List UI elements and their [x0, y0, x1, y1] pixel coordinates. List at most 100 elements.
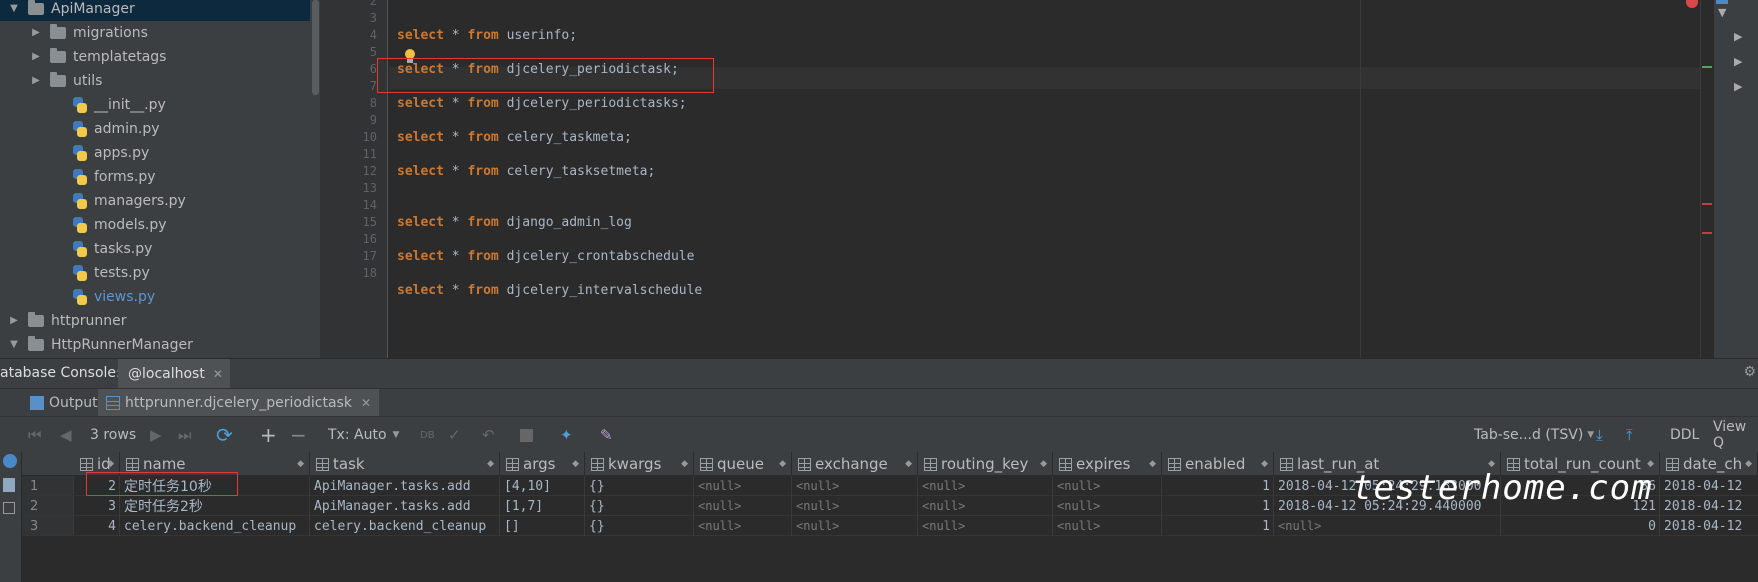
- cell-expires[interactable]: <null>: [1053, 476, 1162, 496]
- tree-item[interactable]: forms.py: [0, 165, 310, 189]
- tree-item[interactable]: __init__.py: [0, 93, 310, 117]
- cell-task[interactable]: ApiManager.tasks.add: [310, 476, 500, 496]
- cell-total-run-count[interactable]: 0: [1501, 516, 1660, 536]
- row-number[interactable]: 1: [22, 476, 74, 496]
- cell-enabled[interactable]: 1: [1162, 476, 1274, 496]
- cell-exchange[interactable]: <null>: [792, 516, 918, 536]
- code-line[interactable]: select * from djcelery_periodictask;: [397, 62, 679, 77]
- previous-page-icon[interactable]: ◀: [60, 417, 72, 453]
- cell-routing-key[interactable]: <null>: [918, 496, 1053, 516]
- sort-icon[interactable]: ◆: [107, 459, 114, 469]
- tree-item[interactable]: views.py: [0, 285, 310, 309]
- view-query-button[interactable]: View Q: [1713, 417, 1758, 453]
- chevron-right-icon[interactable]: ▶: [30, 51, 42, 63]
- db-commit-icon[interactable]: DB: [420, 417, 435, 453]
- tree-item[interactable]: apps.py: [0, 141, 310, 165]
- tree-item[interactable]: managers.py: [0, 189, 310, 213]
- column-header-date-ch[interactable]: date_ch ◆: [1660, 452, 1758, 476]
- column-header-enabled[interactable]: enabled ◆: [1162, 452, 1274, 476]
- collapse-arrow-icon[interactable]: ▼: [1718, 6, 1726, 19]
- expand-arrow-icon[interactable]: ▶: [1734, 80, 1742, 93]
- code-line[interactable]: select * from userinfo;: [397, 28, 577, 43]
- tree-item[interactable]: models.py: [0, 213, 310, 237]
- sort-icon[interactable]: ◆: [905, 459, 912, 469]
- cell-routing-key[interactable]: <null>: [918, 516, 1053, 536]
- sort-icon[interactable]: ◆: [487, 459, 494, 469]
- last-page-icon[interactable]: ⏭: [178, 417, 192, 453]
- sort-icon[interactable]: ◆: [1040, 459, 1047, 469]
- expand-arrow-icon[interactable]: ▶: [1734, 55, 1742, 68]
- remove-row-icon[interactable]: −: [290, 417, 307, 453]
- cell-kwargs[interactable]: {}: [585, 476, 694, 496]
- cell-routing-key[interactable]: <null>: [918, 476, 1053, 496]
- chevron-right-icon[interactable]: ▶: [30, 75, 42, 87]
- row-number[interactable]: 3: [22, 516, 74, 536]
- cell-last-run-at[interactable]: <null>: [1274, 516, 1501, 536]
- column-header-exchange[interactable]: exchange ◆: [792, 452, 918, 476]
- close-icon[interactable]: ✕: [361, 396, 371, 410]
- tree-item[interactable]: ▶ templatetags: [0, 45, 310, 69]
- stripe-marker[interactable]: [1702, 232, 1712, 234]
- compare-icon[interactable]: ✦: [560, 417, 573, 453]
- cell-args[interactable]: [1,7]: [500, 496, 585, 516]
- tree-item[interactable]: ▶ migrations: [0, 21, 310, 45]
- column-header-expires[interactable]: expires ◆: [1053, 452, 1162, 476]
- tree-item[interactable]: tasks.py: [0, 237, 310, 261]
- sql-editor[interactable]: [389, 0, 1711, 358]
- stripe-marker[interactable]: [1702, 203, 1712, 205]
- document-icon[interactable]: [3, 478, 15, 492]
- tree-item[interactable]: tests.py: [0, 261, 310, 285]
- pin-icon[interactable]: [3, 502, 15, 514]
- expand-arrow-icon[interactable]: ▶: [1734, 30, 1742, 43]
- cell-date-ch[interactable]: 2018-04-12: [1660, 496, 1758, 516]
- code-line[interactable]: select * from celery_taskmeta;: [397, 130, 632, 145]
- column-header-args[interactable]: args ◆: [500, 452, 585, 476]
- tree-item[interactable]: admin.py: [0, 117, 310, 141]
- cell-enabled[interactable]: 1: [1162, 496, 1274, 516]
- stop-icon[interactable]: [520, 417, 533, 453]
- first-page-icon[interactable]: ⏮: [28, 417, 42, 453]
- cell-id[interactable]: 3: [74, 496, 120, 516]
- sort-icon[interactable]: ◆: [1149, 459, 1156, 469]
- cell-exchange[interactable]: <null>: [792, 496, 918, 516]
- chevron-right-icon[interactable]: ▶: [30, 27, 42, 39]
- cell-task[interactable]: ApiManager.tasks.add: [310, 496, 500, 516]
- chevron-right-icon[interactable]: ▶: [8, 315, 20, 327]
- cell-id[interactable]: 4: [74, 516, 120, 536]
- cell-date-ch[interactable]: 2018-04-12: [1660, 476, 1758, 496]
- next-page-icon[interactable]: ▶: [150, 417, 162, 453]
- close-icon[interactable]: ✕: [213, 367, 223, 381]
- tab-periodictask[interactable]: httprunner.djcelery_periodictask ✕: [98, 389, 379, 417]
- row-number[interactable]: 2: [22, 496, 74, 516]
- cell-kwargs[interactable]: {}: [585, 496, 694, 516]
- sort-icon[interactable]: ◆: [572, 459, 579, 469]
- sort-icon[interactable]: ◆: [1261, 459, 1268, 469]
- cell-enabled[interactable]: 1: [1162, 516, 1274, 536]
- tab-output[interactable]: Output: [24, 389, 104, 417]
- cell-name[interactable]: celery.backend_cleanup: [120, 516, 310, 536]
- download-icon[interactable]: ⤓: [1596, 417, 1603, 453]
- sort-icon[interactable]: ◆: [681, 459, 688, 469]
- sort-icon[interactable]: ◆: [779, 459, 786, 469]
- chevron-down-icon[interactable]: ▼: [8, 3, 20, 15]
- cell-queue[interactable]: <null>: [694, 516, 792, 536]
- code-line[interactable]: select * from celery_tasksetmeta;: [397, 164, 655, 179]
- cell-expires[interactable]: <null>: [1053, 496, 1162, 516]
- cell-args[interactable]: [4,10]: [500, 476, 585, 496]
- code-line[interactable]: select * from django_admin_log: [397, 215, 632, 230]
- tx-mode-select[interactable]: Tx: Auto ▼: [328, 417, 399, 453]
- tree-item[interactable]: ▶ utils: [0, 69, 310, 93]
- column-header-kwargs[interactable]: kwargs ◆: [585, 452, 694, 476]
- column-header-task[interactable]: task ◆: [310, 452, 500, 476]
- ddl-button[interactable]: DDL: [1670, 417, 1699, 453]
- commit-check-icon[interactable]: ✓: [448, 417, 461, 453]
- sort-icon[interactable]: ◆: [1745, 459, 1752, 469]
- tree-item[interactable]: ▼ ApiManager: [0, 0, 310, 21]
- cell-date-ch[interactable]: 2018-04-12: [1660, 516, 1758, 536]
- pin-tab-icon[interactable]: ✎: [600, 417, 613, 453]
- code-line[interactable]: select * from djcelery_periodictasks;: [397, 96, 687, 111]
- rollback-icon[interactable]: ↶: [482, 417, 495, 453]
- add-row-icon[interactable]: +: [260, 417, 277, 453]
- export-format-select[interactable]: Tab-se...d (TSV) ▼: [1474, 417, 1594, 453]
- stripe-marker[interactable]: [1702, 66, 1712, 68]
